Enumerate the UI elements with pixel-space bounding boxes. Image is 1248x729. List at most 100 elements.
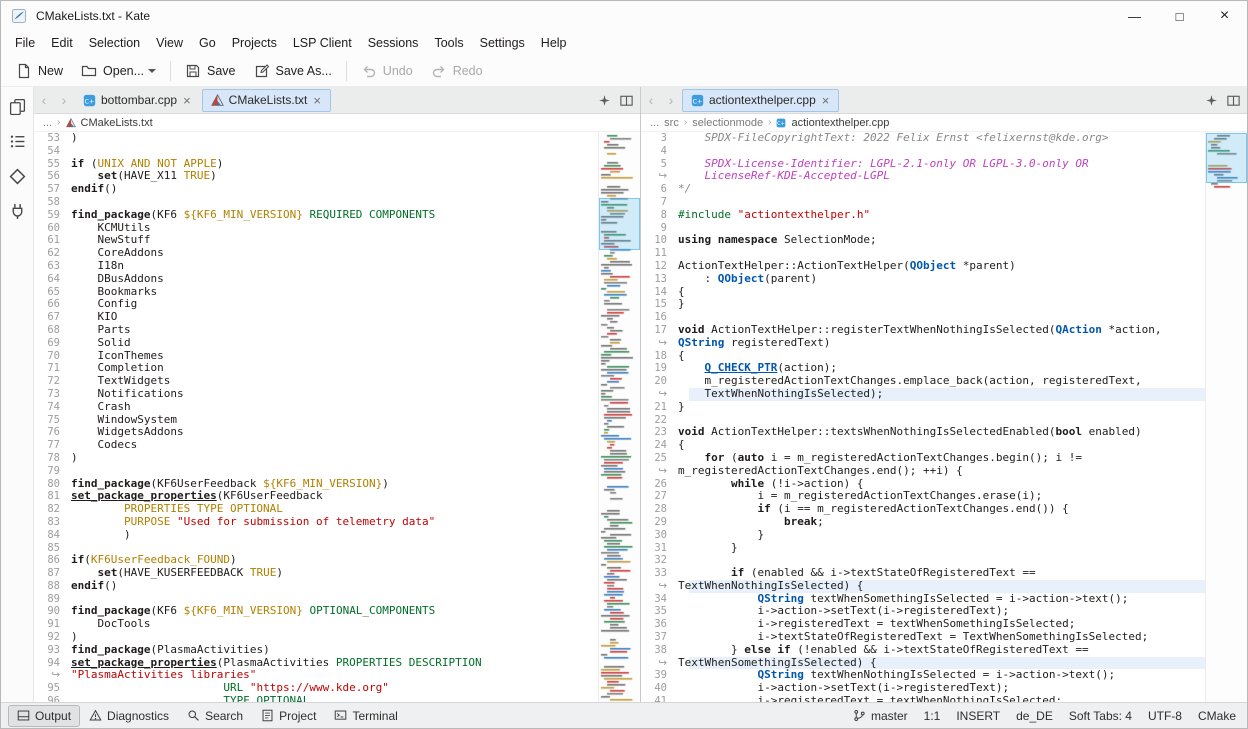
line-number[interactable]: 13 — [641, 273, 678, 286]
line-number[interactable]: 9 — [641, 222, 678, 235]
line-number[interactable]: 4 — [641, 145, 678, 158]
tab-close-icon[interactable]: × — [182, 94, 192, 107]
plugins-toolview-button[interactable] — [6, 200, 28, 222]
line-number[interactable]: 17 — [641, 324, 678, 337]
line-number[interactable]: 92 — [34, 631, 71, 644]
code-line[interactable]: 87 set(HAVE_KUSERFEEDBACK TRUE) — [34, 567, 598, 580]
code-line[interactable]: 15} — [641, 298, 1205, 311]
minimap-viewport[interactable] — [599, 198, 640, 250]
code-area[interactable]: 53)5455if (UNIX AND NOT APPLE)56 set(HAV… — [34, 132, 598, 702]
line-number[interactable]: 93 — [34, 644, 71, 657]
code-line[interactable]: 66 Config — [34, 298, 598, 311]
tab-close-icon[interactable]: × — [821, 94, 831, 107]
line-number[interactable]: 36 — [641, 618, 678, 631]
line-number[interactable]: 20 — [641, 375, 678, 388]
menu-settings[interactable]: Settings — [472, 33, 533, 53]
code-line[interactable]: 14{ — [641, 286, 1205, 299]
code-line[interactable]: 23void ActionTextHelper::textsWhenNothin… — [641, 426, 1205, 439]
code-line[interactable]: 10using namespace SelectionMode; — [641, 234, 1205, 247]
menu-edit[interactable]: Edit — [43, 33, 81, 53]
diagnostics-panel-button[interactable]: Diagnostics — [80, 705, 178, 727]
input-mode-indicator[interactable]: INSERT — [956, 709, 1000, 723]
line-number[interactable]: 16 — [641, 311, 678, 324]
line-number[interactable]: 59 — [34, 209, 71, 222]
breadcrumb-item[interactable]: selectionmode — [692, 117, 763, 129]
line-number[interactable]: 56 — [34, 170, 71, 183]
line-number[interactable]: 55 — [34, 158, 71, 171]
save-button[interactable]: Save — [176, 58, 245, 84]
code-line[interactable]: 31 } — [641, 542, 1205, 555]
line-number[interactable]: 65 — [34, 286, 71, 299]
terminal-panel-button[interactable]: Terminal — [325, 705, 406, 727]
line-number[interactable]: 14 — [641, 286, 678, 299]
line-number[interactable]: 54 — [34, 145, 71, 158]
code-line[interactable]: 13 : QObject(parent) — [641, 273, 1205, 286]
line-number[interactable]: 58 — [34, 196, 71, 209]
line-number[interactable]: 88 — [34, 580, 71, 593]
breadcrumb-more[interactable]: ... — [650, 117, 659, 129]
line-number[interactable]: 57 — [34, 183, 71, 196]
line-number[interactable]: 67 — [34, 311, 71, 324]
line-number[interactable]: 40 — [641, 682, 678, 695]
line-number[interactable]: 11 — [641, 247, 678, 260]
line-number[interactable]: 79 — [34, 465, 71, 478]
line-number[interactable]: 7 — [641, 196, 678, 209]
wrap-marker[interactable]: ↪ — [34, 669, 71, 682]
wrap-marker[interactable]: ↪ — [641, 580, 678, 593]
code-line[interactable]: 6*/ — [641, 183, 1205, 196]
tabs-scroll-left-icon[interactable]: ‹ — [34, 92, 54, 108]
tab-close-icon[interactable]: × — [312, 94, 322, 107]
line-number[interactable]: 83 — [34, 516, 71, 529]
minimap-viewport[interactable] — [1206, 133, 1247, 183]
git-branch-indicator[interactable]: master — [853, 709, 908, 723]
redo-button[interactable]: Redo — [422, 58, 492, 84]
line-number[interactable]: 26 — [641, 478, 678, 491]
line-number[interactable]: 87 — [34, 567, 71, 580]
menu-tools[interactable]: Tools — [426, 33, 471, 53]
undo-button[interactable]: Undo — [352, 58, 422, 84]
tab-bottombar-cpp[interactable]: C+ bottombar.cpp × — [75, 89, 200, 112]
code-line[interactable]: 84 ) — [34, 529, 598, 542]
code-line[interactable]: 8#include "actiontexthelper.h" — [641, 209, 1205, 222]
split-view-icon[interactable] — [1224, 91, 1242, 109]
line-number[interactable]: 15 — [641, 298, 678, 311]
menu-lsp-client[interactable]: LSP Client — [285, 33, 360, 53]
wrap-marker[interactable]: ↪ — [641, 657, 678, 670]
line-number[interactable]: 86 — [34, 554, 71, 567]
line-number[interactable]: 80 — [34, 478, 71, 491]
line-number[interactable]: 28 — [641, 503, 678, 516]
breadcrumb-file[interactable]: actiontexthelper.cpp — [791, 117, 889, 129]
line-number[interactable]: 85 — [34, 542, 71, 555]
titlebar[interactable]: CMakeLists.txt - Kate — □ × — [1, 1, 1247, 31]
line-number[interactable]: 27 — [641, 490, 678, 503]
line-number[interactable]: 18 — [641, 350, 678, 363]
code-line[interactable]: 53) — [34, 132, 598, 145]
menu-selection[interactable]: Selection — [81, 33, 148, 53]
menu-go[interactable]: Go — [191, 33, 224, 53]
save-as-button[interactable]: Save As... — [245, 58, 341, 84]
symbols-toolview-button[interactable] — [6, 130, 28, 152]
line-number[interactable]: 95 — [34, 682, 71, 695]
wrap-marker[interactable]: ↪ — [641, 465, 678, 478]
line-number[interactable]: 38 — [641, 644, 678, 657]
line-number[interactable]: 35 — [641, 605, 678, 618]
line-number[interactable]: 66 — [34, 298, 71, 311]
line-number[interactable]: 23 — [641, 426, 678, 439]
code-line[interactable]: 41 i->registeredText = textWhenNothingIs… — [641, 695, 1205, 702]
project-panel-button[interactable]: Project — [252, 705, 325, 727]
line-number[interactable]: 37 — [641, 631, 678, 644]
line-number[interactable]: 31 — [641, 542, 678, 555]
maximize-icon[interactable]: □ — [1157, 1, 1202, 31]
line-number[interactable]: 39 — [641, 669, 678, 682]
line-number[interactable]: 64 — [34, 273, 71, 286]
code-line[interactable]: 57endif() — [34, 183, 598, 196]
line-number[interactable]: 5 — [641, 158, 678, 171]
line-number[interactable]: 84 — [34, 529, 71, 542]
code-line[interactable]: 91 DocTools — [34, 618, 598, 631]
line-number[interactable]: 33 — [641, 567, 678, 580]
close-icon[interactable]: × — [1202, 1, 1247, 31]
line-number[interactable]: 24 — [641, 439, 678, 452]
tabs-scroll-left-icon[interactable]: ‹ — [641, 92, 661, 108]
line-number[interactable]: 96 — [34, 695, 71, 702]
menu-projects[interactable]: Projects — [224, 33, 285, 53]
